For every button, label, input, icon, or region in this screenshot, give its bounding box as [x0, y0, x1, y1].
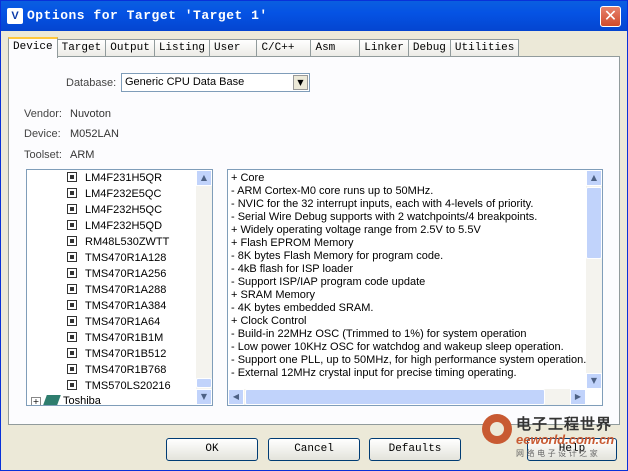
- desc-horizontal-scrollbar[interactable]: ◀ ▶: [228, 389, 586, 405]
- device-label: Device:: [24, 128, 61, 140]
- eeworld-logo-icon: [482, 414, 512, 444]
- chip-icon: [67, 172, 77, 182]
- chip-icon: [67, 316, 77, 326]
- close-button[interactable]: ✕: [600, 6, 621, 27]
- chip-icon: [67, 252, 77, 262]
- tree-item[interactable]: TMS470R1A64: [67, 314, 160, 330]
- ok-button[interactable]: OK: [166, 438, 258, 461]
- desc-line: + Flash EPROM Memory: [231, 237, 354, 249]
- tab-c-cpp[interactable]: C/C++: [256, 39, 312, 56]
- watermark-sub: 网 络 电 子 设 计 之 家: [516, 449, 598, 458]
- tree-item[interactable]: TMS470R1A256: [67, 266, 166, 282]
- scroll-up-icon[interactable]: ▲: [196, 170, 212, 186]
- expand-icon[interactable]: +: [31, 397, 41, 405]
- scroll-thumb[interactable]: [196, 378, 212, 388]
- desc-line: + SRAM Memory: [231, 289, 316, 301]
- desc-line: - External 12MHz crystal input for preci…: [231, 367, 517, 379]
- scroll-down-icon[interactable]: ▼: [196, 389, 212, 405]
- watermark-en: eeworld.com.cn: [516, 432, 615, 447]
- scroll-left-icon[interactable]: ◀: [228, 389, 244, 405]
- desc-line: + Clock Control: [231, 315, 307, 327]
- chip-icon: [67, 300, 77, 310]
- tab-device[interactable]: Device: [8, 37, 58, 58]
- scroll-right-icon[interactable]: ▶: [570, 389, 586, 405]
- database-select[interactable]: Generic CPU Data Base ▼: [121, 73, 310, 92]
- desc-line: - 8K bytes Flash Memory for program code…: [231, 250, 444, 262]
- scroll-down-icon[interactable]: ▼: [586, 373, 602, 389]
- device-tree[interactable]: LM4F231H5QR LM4F232E5QC LM4F232H5QC LM4F…: [26, 169, 213, 406]
- chip-icon: [67, 268, 77, 278]
- tab-asm[interactable]: Asm: [310, 39, 361, 56]
- tree-item[interactable]: TMS470R1A288: [67, 282, 166, 298]
- app-icon: V: [7, 8, 23, 24]
- chip-icon: [67, 348, 77, 358]
- window-title: Options for Target 'Target 1': [27, 8, 268, 23]
- desc-line: - NVIC for the 32 interrupt inputs, each…: [231, 198, 534, 210]
- desc-line: - Support ISP/IAP program code update: [231, 276, 426, 288]
- desc-line: - Build-in 22MHz OSC (Trimmed to 1%) for…: [231, 328, 527, 340]
- chip-icon: [67, 380, 77, 390]
- chip-icon: [67, 236, 77, 246]
- desc-line: - Low power 10KHz OSC for watchdog and w…: [231, 341, 564, 353]
- desc-line: + Core: [231, 172, 265, 184]
- chip-icon: [67, 188, 77, 198]
- defaults-button[interactable]: Defaults: [369, 438, 461, 461]
- toolset-label: Toolset:: [24, 149, 62, 161]
- desc-line: - 4K bytes embedded SRAM.: [231, 302, 374, 314]
- tab-output[interactable]: Output: [105, 39, 155, 56]
- tree-item[interactable]: LM4F232H5QC: [67, 202, 162, 218]
- tree-item[interactable]: TMS470R1B512: [67, 346, 166, 362]
- watermark: 电子工程世界 eeworld.com.cn 网 络 电 子 设 计 之 家: [476, 410, 624, 462]
- tree-vendor-toshiba[interactable]: + Toshiba: [31, 395, 101, 405]
- tab-linker[interactable]: Linker: [359, 39, 409, 56]
- device-value: M052LAN: [70, 128, 119, 140]
- tab-strip: Device Target Output Listing User C/C++ Asm Lin…: [8, 37, 520, 58]
- tree-item[interactable]: LM4F232E5QC: [67, 186, 161, 202]
- tree-item[interactable]: LM4F232H5QD: [67, 218, 162, 234]
- toolset-value: ARM: [70, 149, 95, 161]
- tree-item[interactable]: TMS470R1A384: [67, 298, 166, 314]
- desc-line: - Serial Wire Debug supports with 2 watc…: [231, 211, 538, 223]
- vendor-label: Vendor:: [24, 108, 62, 120]
- tree-scrollbar[interactable]: ▲ ▼: [196, 170, 212, 405]
- scroll-thumb[interactable]: [586, 187, 602, 259]
- vendor-book-icon: [43, 395, 61, 405]
- scroll-thumb[interactable]: [245, 389, 545, 405]
- tab-listing[interactable]: Listing: [153, 39, 211, 56]
- cancel-button[interactable]: Cancel: [268, 438, 360, 461]
- desc-line: - ARM Cortex-M0 core runs up to 50MHz.: [231, 185, 434, 197]
- chip-icon: [67, 284, 77, 294]
- desc-line: - 4kB flash for ISP loader: [231, 263, 354, 275]
- chevron-down-icon[interactable]: ▼: [293, 75, 308, 90]
- chip-icon: [67, 220, 77, 230]
- watermark-cn: 电子工程世界: [516, 415, 613, 433]
- desc-vertical-scrollbar[interactable]: ▲ ▼: [586, 170, 602, 389]
- database-value: Generic CPU Data Base: [125, 76, 245, 88]
- tree-item[interactable]: RM48L530ZWTT: [67, 234, 169, 250]
- tree-item[interactable]: TMS570LS20216: [67, 378, 171, 394]
- scroll-up-icon[interactable]: ▲: [586, 170, 602, 186]
- tree-item[interactable]: LM4F231H5QR: [67, 170, 162, 186]
- chip-icon: [67, 204, 77, 214]
- vendor-value: Nuvoton: [70, 108, 111, 120]
- desc-line: - Support one PLL, up to 50MHz, for high…: [231, 354, 587, 366]
- tab-user[interactable]: User: [209, 39, 258, 56]
- chip-icon: [67, 364, 77, 374]
- desc-line: + Widely operating voltage range from 2.…: [231, 224, 481, 236]
- tree-item[interactable]: TMS470R1A128: [67, 250, 166, 266]
- tab-utilities[interactable]: Utilities: [449, 39, 520, 56]
- chip-icon: [67, 332, 77, 342]
- database-label: Database:: [66, 77, 117, 89]
- tab-target[interactable]: Target: [56, 39, 107, 56]
- tree-item[interactable]: TMS470R1B768: [67, 362, 166, 378]
- title-bar[interactable]: V Options for Target 'Target 1' ✕: [1, 1, 627, 31]
- tab-debug[interactable]: Debug: [407, 39, 451, 56]
- tree-item[interactable]: TMS470R1B1M: [67, 330, 163, 346]
- device-description[interactable]: + Core - ARM Cortex-M0 core runs up to 5…: [227, 169, 603, 406]
